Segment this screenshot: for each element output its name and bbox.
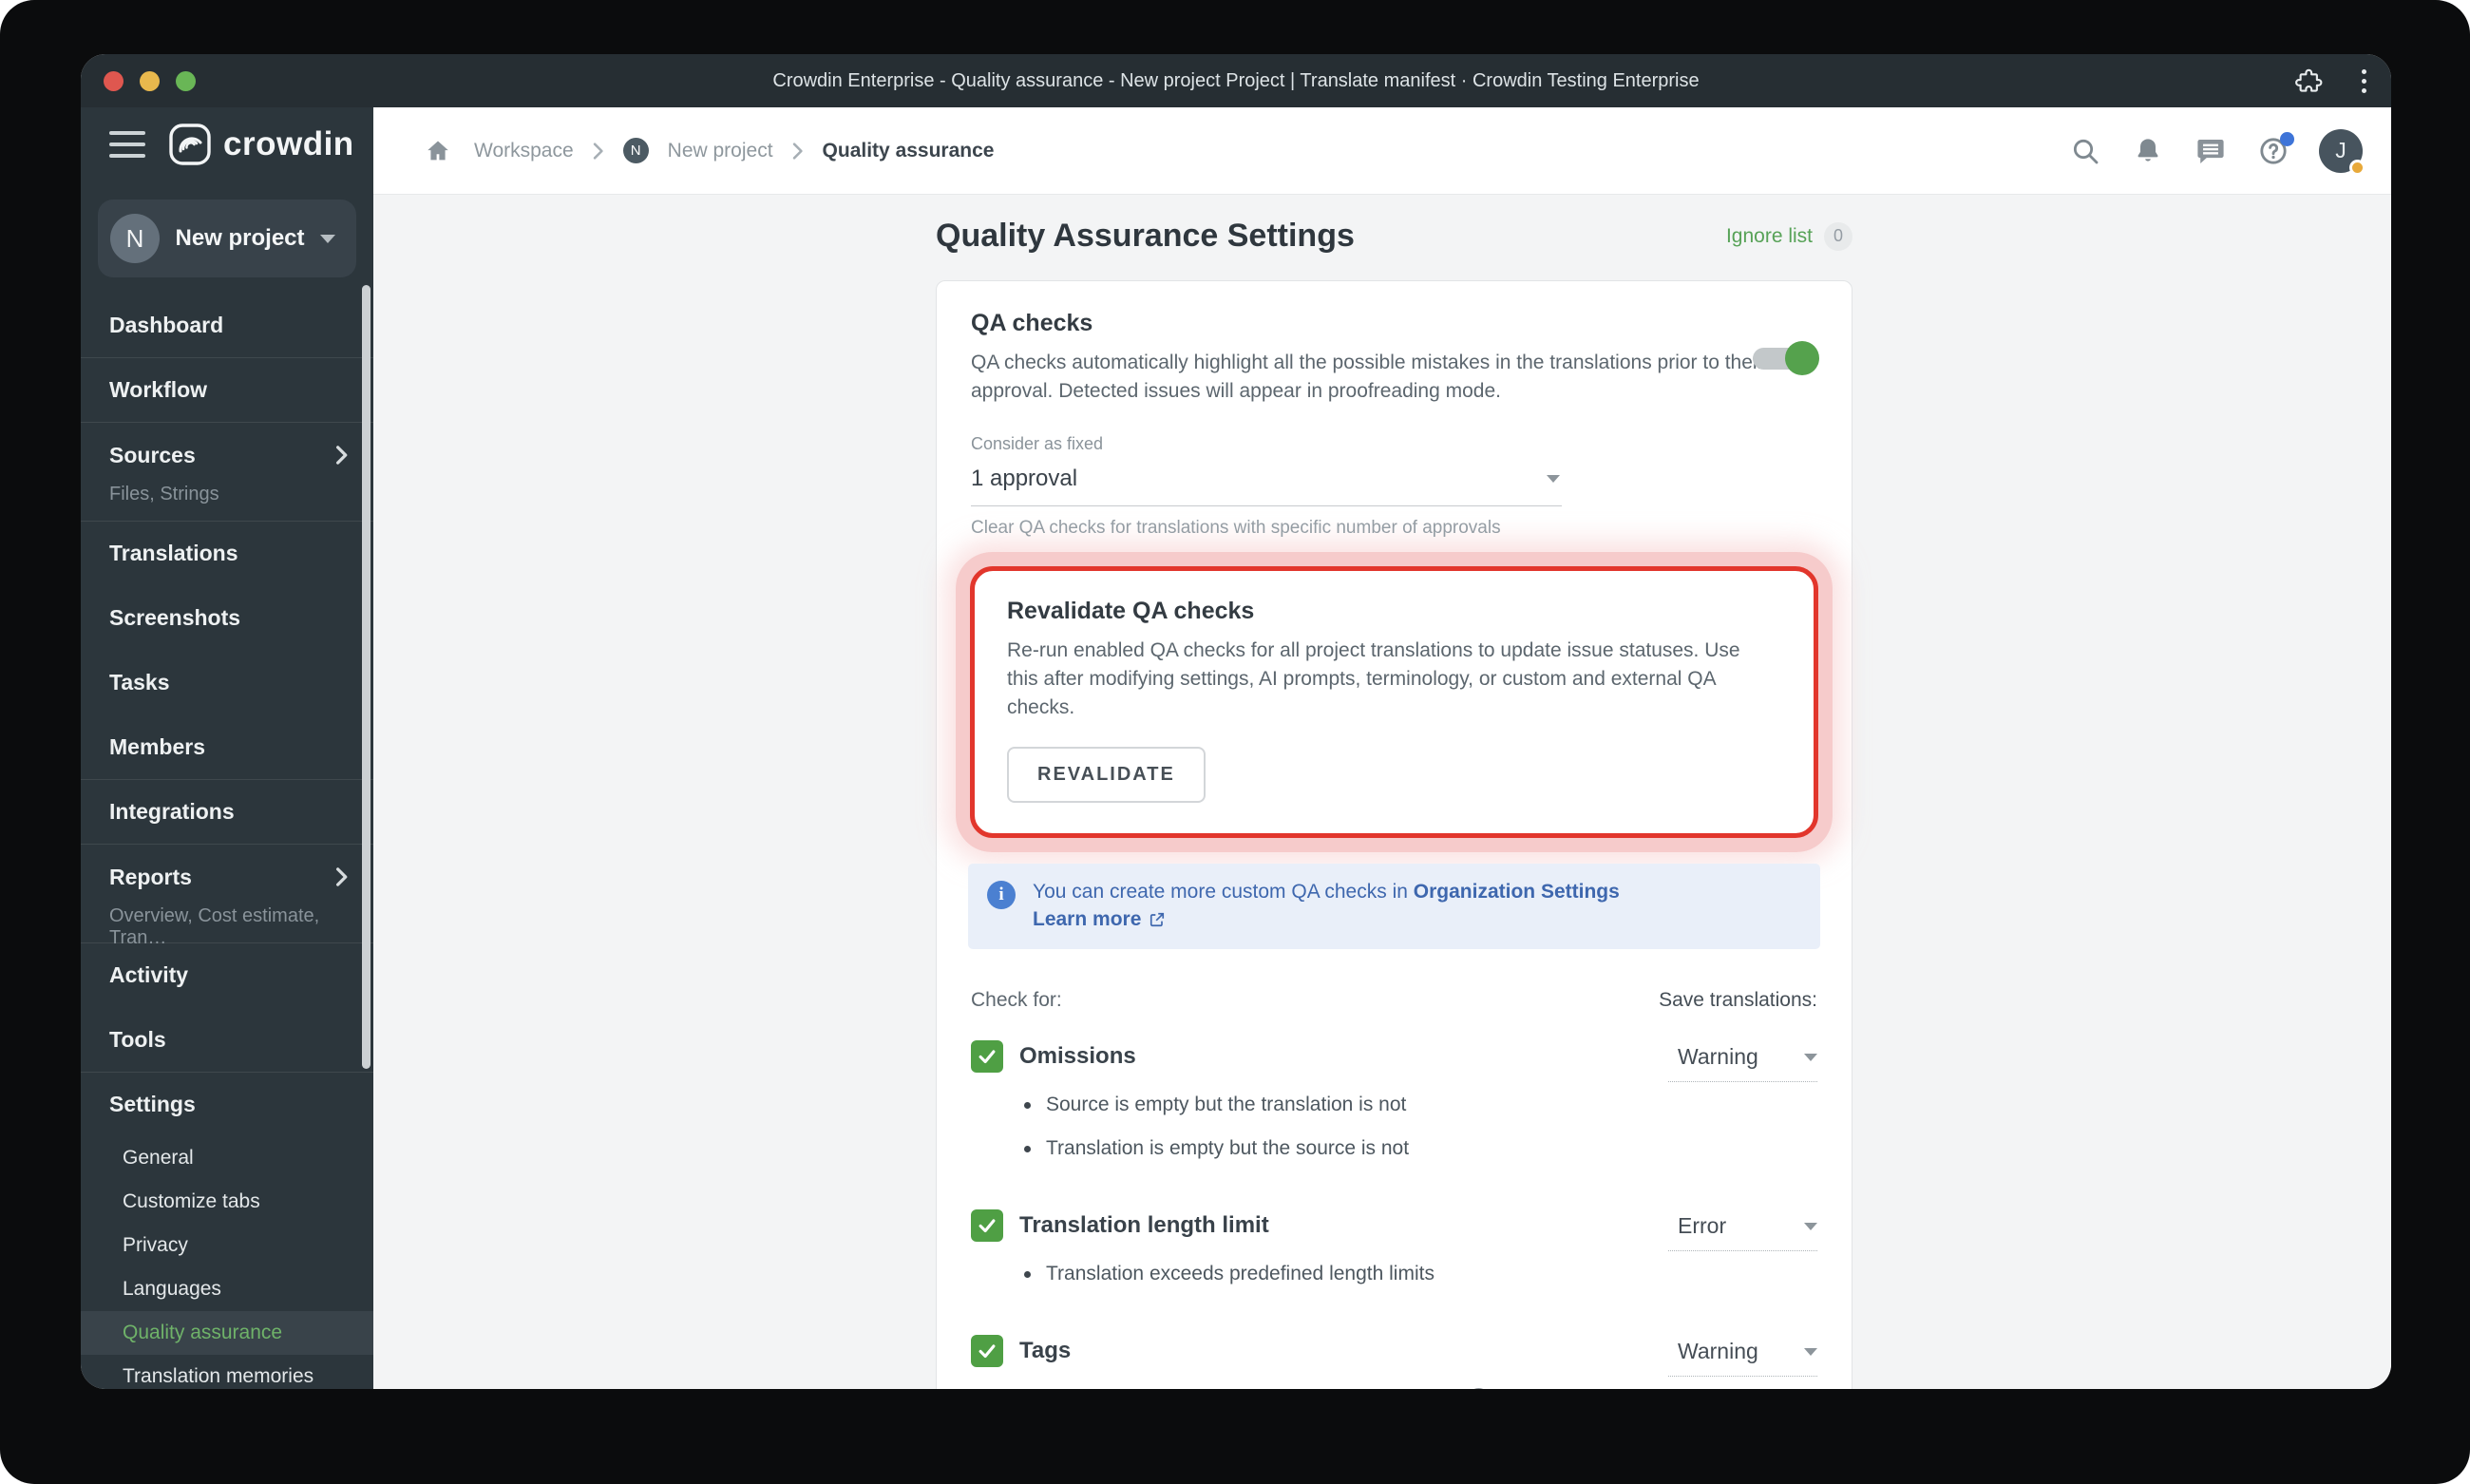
save-translations-label: Save translations: [1659, 989, 1817, 1011]
bullet-item: Translation is empty but the source is n… [1024, 1137, 1668, 1160]
translation-length-limit-severity-select[interactable]: Error [1668, 1209, 1817, 1251]
sidebar-item-settings-privacy[interactable]: Privacy [81, 1224, 373, 1267]
revalidate-section: Revalidate QA checks Re-run enabled QA c… [970, 566, 1818, 838]
sidebar-item-settings[interactable]: Settings [81, 1072, 373, 1136]
crowdin-logo[interactable]: crowdin [168, 123, 354, 166]
bullet-item: Source is empty but the translation is n… [1024, 1094, 1668, 1116]
breadcrumb: Workspace N New project Quality assuranc… [421, 134, 2068, 168]
sidebar-item-workflow[interactable]: Workflow [81, 357, 373, 422]
chevron-right-icon [593, 142, 603, 160]
sidebar-item-sources-sub: Files, Strings [109, 484, 219, 504]
project-selector-name: New project [175, 225, 305, 251]
chevron-right-icon [336, 446, 348, 465]
sidebar-item-reports[interactable]: Reports Overview, Cost estimate, Tran… [81, 844, 373, 948]
browser-window: Crowdin Enterprise - Quality assurance -… [81, 54, 2391, 1389]
page-content: Quality Assurance Settings Ignore list 0… [373, 195, 2391, 1389]
extensions-icon[interactable] [2291, 64, 2326, 98]
sidebar-item-dashboard[interactable]: Dashboard [81, 293, 373, 357]
sidebar-item-screenshots[interactable]: Screenshots [81, 585, 373, 650]
qa-checks-toggle[interactable] [1753, 340, 1819, 376]
chevron-right-icon [792, 142, 803, 160]
translation-length-limit-checkbox[interactable] [971, 1209, 1003, 1242]
user-avatar[interactable]: J [2319, 128, 2366, 176]
screen-frame: Crowdin Enterprise - Quality assurance -… [0, 0, 2470, 1484]
check-row-tags: Tags Inconsistent tags in the source and… [971, 1335, 1817, 1389]
check-row-omissions: Omissions Source is empty but the transl… [971, 1040, 1817, 1160]
bullet-item: Inconsistent tags in the source and tran… [1024, 1388, 1668, 1389]
tags-severity-select[interactable]: Warning [1668, 1335, 1817, 1377]
sidebar-menu: Dashboard Workflow Sources Files, String… [81, 293, 373, 1389]
hamburger-menu-icon[interactable] [109, 131, 145, 158]
window-titlebar: Crowdin Enterprise - Quality assurance -… [81, 54, 2391, 107]
consider-as-fixed-label: Consider as fixed [971, 434, 1104, 453]
project-avatar: N [110, 214, 160, 263]
chevron-down-icon [1804, 1348, 1817, 1356]
breadcrumb-workspace[interactable]: Workspace [474, 140, 574, 162]
sidebar-item-tools[interactable]: Tools [81, 1007, 373, 1072]
page-title: Quality Assurance Settings [936, 218, 1355, 254]
info-banner: i You can create more custom QA checks i… [968, 864, 1820, 949]
crowdin-wordmark: crowdin [223, 125, 354, 162]
ignore-list-count-badge: 0 [1824, 221, 1852, 251]
revalidate-heading: Revalidate QA checks [1007, 598, 1255, 624]
messages-chat-icon[interactable] [2194, 134, 2228, 168]
breadcrumb-project[interactable]: New project [668, 140, 773, 162]
chevron-down-icon [1804, 1054, 1817, 1061]
browser-menu-icon[interactable] [2362, 68, 2366, 93]
toggle-thumb [1785, 341, 1819, 375]
avatar-status-dot [2349, 159, 2366, 176]
sidebar-item-settings-languages[interactable]: Languages [81, 1267, 373, 1311]
help-badge-dot [2280, 131, 2294, 146]
sidebar-scrollbar[interactable] [362, 285, 370, 1069]
crowdin-logo-icon [169, 124, 211, 165]
sidebar-item-translations[interactable]: Translations [81, 521, 373, 585]
organization-settings-link[interactable]: Organization Settings [1414, 881, 1620, 903]
chevron-down-icon [1804, 1223, 1817, 1230]
revalidate-button[interactable]: REVALIDATE [1007, 747, 1206, 803]
sidebar-item-settings-general[interactable]: General [81, 1136, 373, 1180]
omissions-checkbox[interactable] [971, 1040, 1003, 1073]
check-row-translation-length-limit: Translation length limit Translation exc… [971, 1209, 1817, 1285]
banner-text: You can create more custom QA checks in [1033, 881, 1414, 903]
qa-checks-heading: QA checks [971, 310, 1093, 336]
ignore-list-link[interactable]: Ignore list 0 [1726, 221, 1852, 251]
revalidate-description: Re-run enabled QA checks for all project… [1007, 639, 1740, 718]
sidebar-item-tasks[interactable]: Tasks [81, 650, 373, 714]
sidebar-item-settings-quality-assurance[interactable]: Quality assurance [81, 1311, 373, 1355]
check-for-label: Check for: [971, 989, 1062, 1011]
external-link-icon [1150, 912, 1165, 926]
tags-checkbox[interactable] [971, 1335, 1003, 1367]
chevron-down-icon [1547, 475, 1560, 483]
window-title: Crowdin Enterprise - Quality assurance -… [772, 69, 1700, 91]
sidebar-item-sources[interactable]: Sources Files, Strings [81, 422, 373, 521]
chevron-down-icon [320, 234, 335, 243]
search-icon[interactable] [2068, 134, 2102, 168]
sidebar-item-activity[interactable]: Activity [81, 942, 373, 1007]
home-icon[interactable] [421, 134, 455, 168]
notifications-bell-icon[interactable] [2131, 134, 2165, 168]
sidebar-item-integrations[interactable]: Integrations [81, 779, 373, 844]
info-icon[interactable]: i [1467, 1388, 1492, 1389]
consider-as-fixed-help: Clear QA checks for translations with sp… [971, 518, 1501, 538]
sidebar: crowdin N New project Dashboard Workflow… [81, 107, 373, 1389]
omissions-severity-select[interactable]: Warning [1668, 1040, 1817, 1082]
top-header: Workspace N New project Quality assuranc… [373, 107, 2391, 195]
qa-checks-description: QA checks automatically highlight all th… [971, 352, 1764, 402]
consider-as-fixed-select[interactable]: 1 approval [971, 458, 1562, 506]
breadcrumb-current: Quality assurance [822, 139, 995, 162]
sidebar-item-members[interactable]: Members [81, 714, 373, 779]
chevron-right-icon [336, 867, 348, 886]
help-icon[interactable] [2256, 131, 2294, 168]
sidebar-item-settings-customize-tabs[interactable]: Customize tabs [81, 1180, 373, 1224]
breadcrumb-project-badge: N [622, 138, 649, 163]
sidebar-item-settings-translation-memories[interactable]: Translation memories [81, 1355, 373, 1389]
bullet-item: Translation exceeds predefined length li… [1024, 1263, 1668, 1285]
learn-more-link[interactable]: Learn more [1033, 905, 1167, 933]
qa-settings-card: QA checks QA checks automatically highli… [936, 280, 1852, 1389]
project-selector[interactable]: N New project [98, 200, 356, 277]
info-icon: i [987, 881, 1016, 909]
revalidate-highlight-glow: Revalidate QA checks Re-run enabled QA c… [956, 552, 1833, 852]
